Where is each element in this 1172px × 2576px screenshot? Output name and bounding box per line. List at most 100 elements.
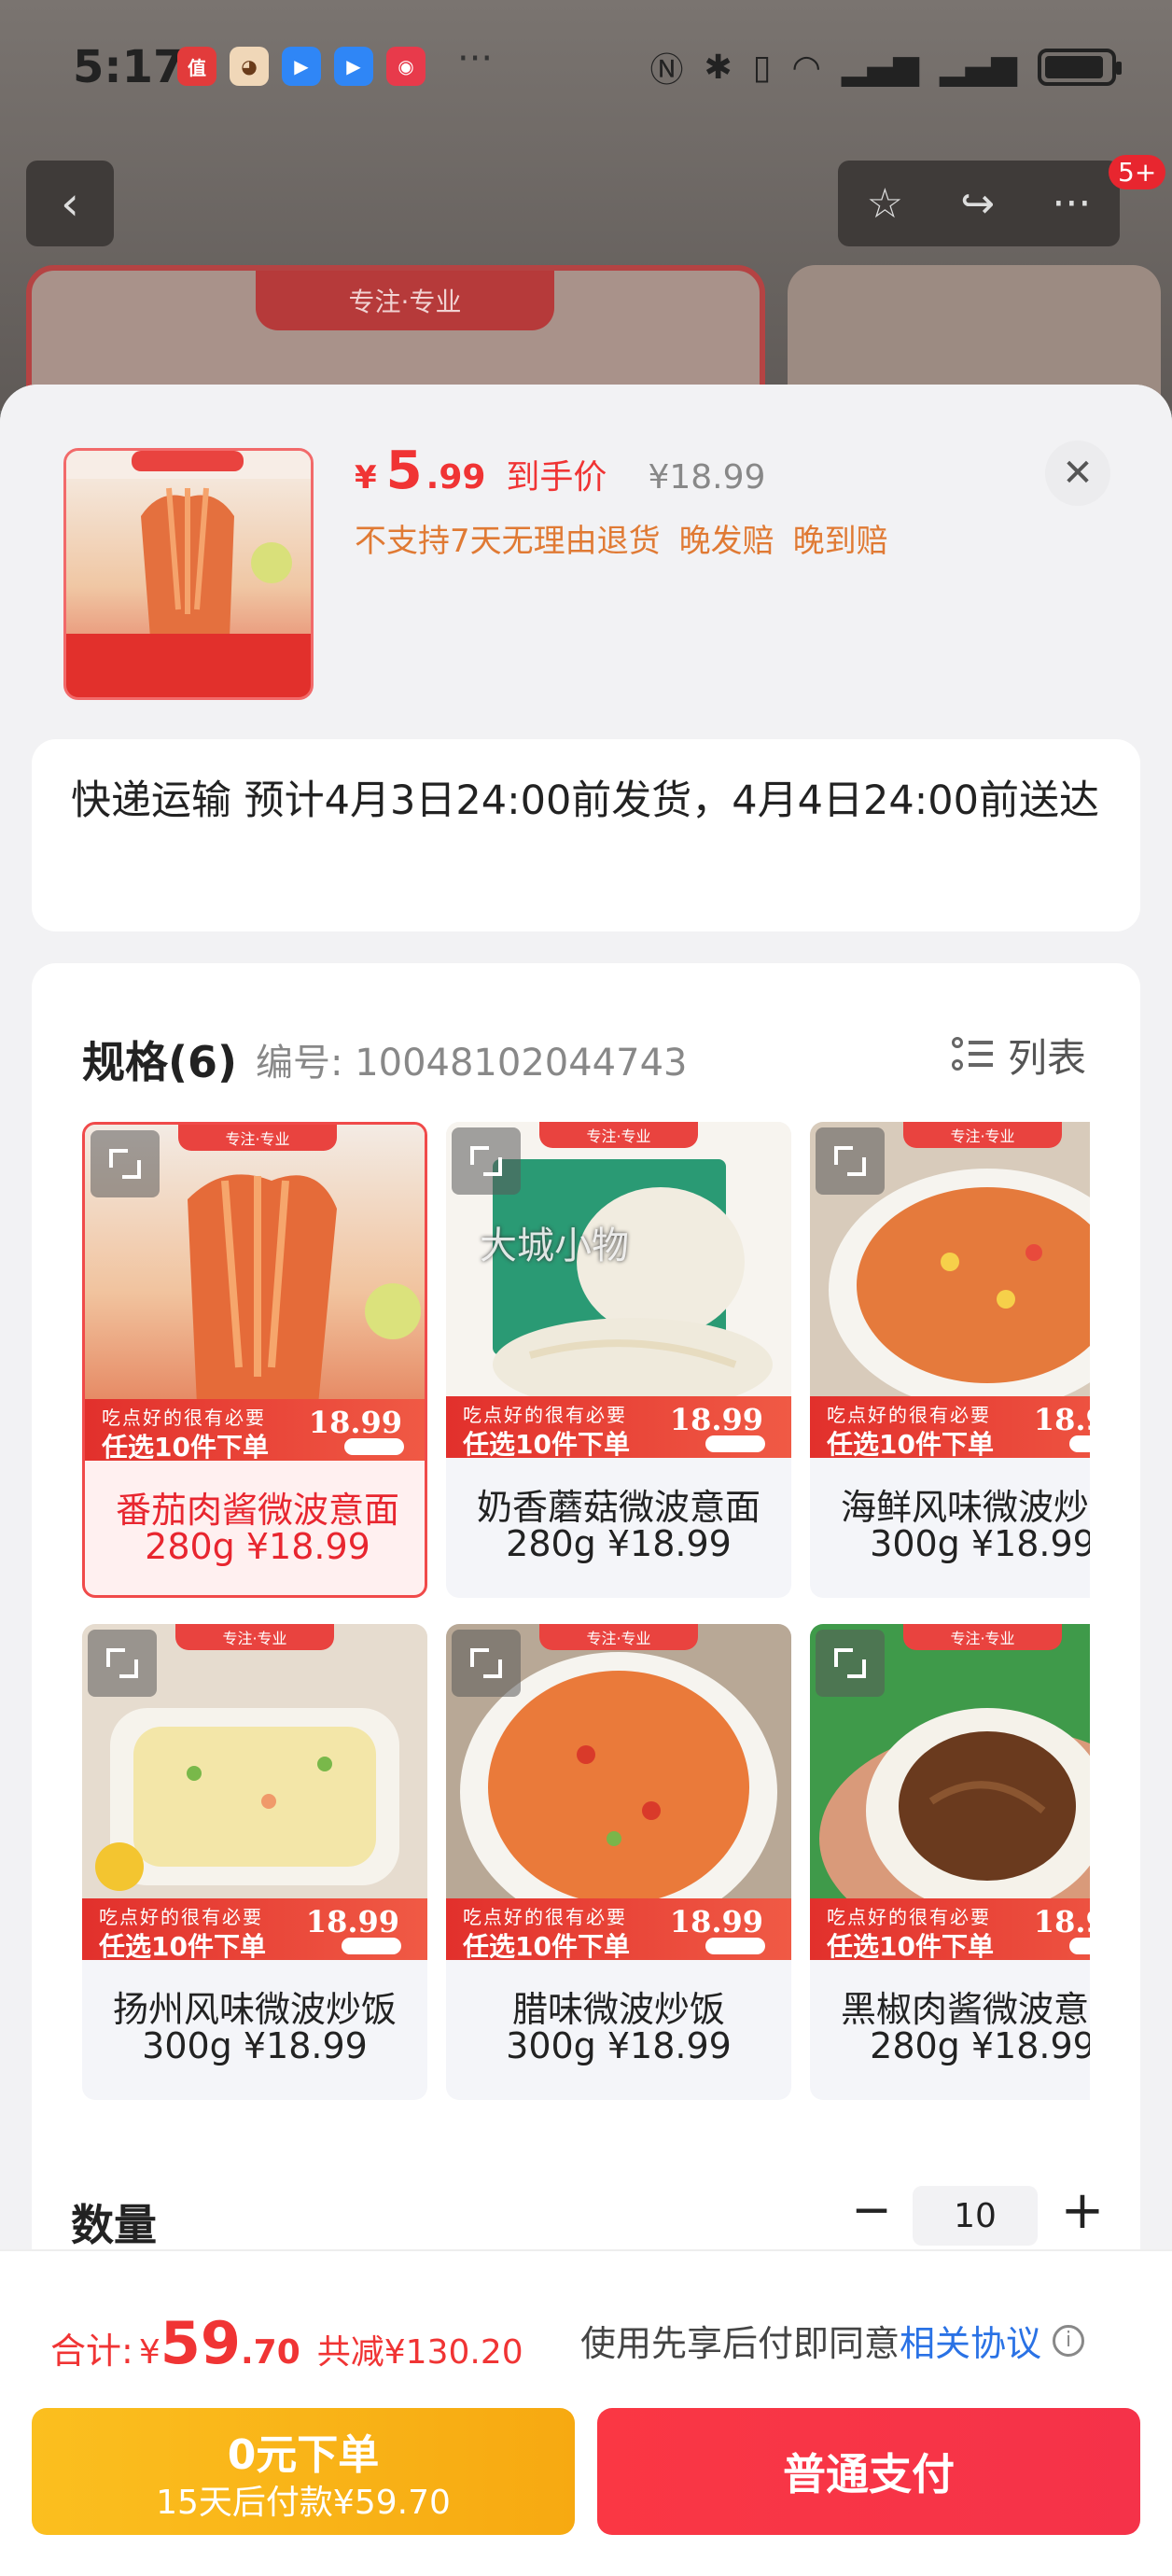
star-icon[interactable]: ☆ <box>867 180 903 228</box>
top-action-group: ☆ ↪ ··· <box>838 161 1120 246</box>
promo-banner: 吃点好的很有必要 任选10件下单 18.99 <box>82 1898 427 1960</box>
normal-pay-button[interactable]: 普通支付 <box>597 2408 1140 2535</box>
promo-text: 任选10件下单 <box>827 1931 994 1960</box>
notification-apps: 值 ◕ ▶ ▶ ◉ <box>177 47 426 86</box>
message-badge: 5+ <box>1109 155 1166 189</box>
promo-banner: 吃点好的很有必要 任选10件下单 18.99 <box>810 1396 1090 1458</box>
service-tag: 晚发赔 <box>678 523 774 560</box>
promo-slogan: 吃点好的很有必要 <box>463 1906 627 1928</box>
spec-option[interactable]: 专注·专业 吃点好的很有必要 任选10件下单 18.99 腊味微波炒饭 300g… <box>446 1624 791 2100</box>
promo-tag <box>705 1435 765 1452</box>
watermark-text: 大城小物 <box>480 1225 629 1267</box>
spec-option[interactable]: 专注·专业 吃点好的很有必要 任选10件下单 18.99 番茄肉酱微波意面 28… <box>82 1122 427 1598</box>
bluetooth-icon: ✱ <box>704 48 732 87</box>
promo-text: 任选10件下单 <box>99 1931 266 1960</box>
spec-option-price: 280g ¥18.99 <box>506 1523 732 1564</box>
promo-banner: 吃点好的很有必要 任选10件下单 18.99 <box>85 1399 425 1461</box>
product-header: ¥5.99 到手价 ¥18.99 不支持7天无理由退货 晚发赔 晚到赔 ✕ <box>0 385 1172 739</box>
spec-option-name: 海鲜风味微波炒饭 <box>840 1487 1090 1528</box>
signal-icon: ▂▄▆ <box>841 48 919 87</box>
quantity-decrease-button[interactable]: − <box>847 2182 896 2238</box>
spec-option-price: 280g ¥18.99 <box>145 1526 370 1567</box>
price-label: 到手价 <box>506 458 607 497</box>
expand-icon[interactable] <box>816 1127 885 1195</box>
promo-slogan: 吃点好的很有必要 <box>827 1404 991 1426</box>
chevron-left-icon: ‹ <box>61 176 79 231</box>
share-icon[interactable]: ↪ <box>960 180 995 228</box>
spec-option-image: 专注·专业 大城小物 吃点好的很有必要 任选10件下单 18.99 <box>446 1122 791 1458</box>
more-icon[interactable]: ··· <box>1052 180 1091 228</box>
status-icons: Ⓝ ✱ ▯ ◠ ▂▄▆ ▂▄▆ <box>649 43 1122 91</box>
expand-icon[interactable] <box>88 1630 157 1697</box>
app-icon: ▶ <box>334 47 373 86</box>
list-view-toggle[interactable]: 列表 <box>951 1027 1086 1084</box>
spec-option[interactable]: 专注·专业 吃点好的很有必要 任选10件下单 18.99 黑椒肉酱微波意面 28… <box>810 1624 1090 2100</box>
promo-text: 任选10件下单 <box>102 1432 269 1461</box>
app-icon: ◉ <box>386 47 426 86</box>
original-price: ¥18.99 <box>648 458 766 497</box>
promo-slogan: 吃点好的很有必要 <box>463 1404 627 1426</box>
shipping-info: 快递运输 预计4月3日24:00前发货，4月4日24:00前送达 <box>32 739 1140 931</box>
quantity-input[interactable]: 10 <box>913 2186 1038 2246</box>
background-card-tab-label: 专注·专业 <box>348 287 462 317</box>
promo-text: 任选10件下单 <box>463 1429 630 1458</box>
service-tag: 晚到赔 <box>792 523 888 560</box>
spec-code: 编号: 10048102044743 <box>256 1042 688 1085</box>
pay-later-label: 0元下单 <box>227 2431 380 2479</box>
vibrate-icon: ▯ <box>752 48 772 87</box>
promo-tag <box>1069 1938 1090 1954</box>
expand-icon[interactable] <box>91 1130 160 1197</box>
expand-icon[interactable] <box>452 1127 521 1195</box>
brand-ribbon: 专注·专业 <box>178 1125 337 1151</box>
more-notifications-icon: ··· <box>457 37 494 80</box>
spec-option-price: 300g ¥18.99 <box>870 1523 1090 1564</box>
list-label: 列表 <box>1007 1035 1086 1081</box>
spec-option[interactable]: 专注·专业 吃点好的很有必要 任选10件下单 18.99 扬州风味微波炒饭 30… <box>82 1624 427 2100</box>
wifi-icon: ◠ <box>791 48 821 87</box>
brand-ribbon: 专注·专业 <box>903 1624 1062 1650</box>
spec-option-price: 280g ¥18.99 <box>870 2025 1090 2066</box>
brand-ribbon: 专注·专业 <box>903 1122 1062 1148</box>
brand-ribbon: 专注·专业 <box>175 1624 334 1650</box>
promo-tag <box>342 1938 401 1954</box>
spec-option[interactable]: 专注·专业 大城小物 吃点好的很有必要 任选10件下单 18.99 奶香蘑菇微波… <box>446 1122 791 1598</box>
spec-option[interactable]: 专注·专业 吃点好的很有必要 任选10件下单 18.99 海鲜风味微波炒饭 30… <box>810 1122 1090 1598</box>
spec-grid: 专注·专业 吃点好的很有必要 任选10件下单 18.99 番茄肉酱微波意面 28… <box>82 1122 1090 2130</box>
back-button[interactable]: ‹ <box>26 161 114 246</box>
app-icon: 值 <box>177 47 216 86</box>
spec-card: 规格(6) 编号: 10048102044743 列表 专注·专业 吃点好的很有… <box>32 963 1140 2307</box>
spec-option-image: 专注·专业 吃点好的很有必要 任选10件下单 18.99 <box>810 1624 1090 1960</box>
spec-option-name: 黑椒肉酱微波意面 <box>840 1989 1090 2030</box>
promo-tag <box>344 1438 404 1455</box>
close-button[interactable]: ✕ <box>1045 441 1110 506</box>
normal-pay-label: 普通支付 <box>783 2449 955 2499</box>
promo-price: 18.99 <box>669 1402 763 1437</box>
total-discount: 共减¥130.20 <box>316 2333 523 2372</box>
expand-icon[interactable] <box>816 1630 885 1697</box>
spec-option-name: 扬州风味微波炒饭 <box>112 1989 397 2030</box>
agreement-link[interactable]: 相关协议 <box>900 2315 1041 2366</box>
pay-later-button[interactable]: 0元下单 15天后付款¥59.70 <box>32 2408 575 2535</box>
promo-price: 18.99 <box>1033 1904 1090 1939</box>
quantity-increase-button[interactable]: + <box>1058 2180 1107 2241</box>
promo-slogan: 吃点好的很有必要 <box>102 1407 266 1429</box>
expand-icon[interactable] <box>452 1630 521 1697</box>
agreement-line: 使用先享后付即同意 相关协议 i <box>580 2315 1085 2366</box>
quantity-label: 数量 <box>71 2200 157 2250</box>
spec-option-image: 专注·专业 吃点好的很有必要 任选10件下单 18.99 <box>82 1624 427 1960</box>
total-symbol: ¥ <box>138 2333 160 2372</box>
info-icon[interactable]: i <box>1053 2324 1085 2357</box>
spec-option-image: 专注·专业 吃点好的很有必要 任选10件下单 18.99 <box>446 1624 791 1960</box>
spec-option-name: 奶香蘑菇微波意面 <box>476 1487 760 1528</box>
sku-selector-sheet: ¥5.99 到手价 ¥18.99 不支持7天无理由退货 晚发赔 晚到赔 ✕ 快递… <box>0 385 1172 2576</box>
spec-title: 规格(6) <box>82 1037 238 1087</box>
total-price: 合计: ¥ 59 .70 共减¥130.20 <box>50 2309 523 2377</box>
product-thumbnail[interactable] <box>63 448 314 700</box>
close-icon: ✕ <box>1062 452 1094 495</box>
total-decimal: .70 <box>241 2333 300 2372</box>
promo-price: 18.99 <box>669 1904 763 1939</box>
spec-option-price: 300g ¥18.99 <box>506 2025 732 2066</box>
shipping-text: 快递运输 预计4月3日24:00前发货，4月4日24:00前送达 <box>71 777 1099 824</box>
status-time: 5:17 <box>73 41 185 93</box>
spec-option-image: 专注·专业 吃点好的很有必要 任选10件下单 18.99 <box>85 1125 425 1461</box>
